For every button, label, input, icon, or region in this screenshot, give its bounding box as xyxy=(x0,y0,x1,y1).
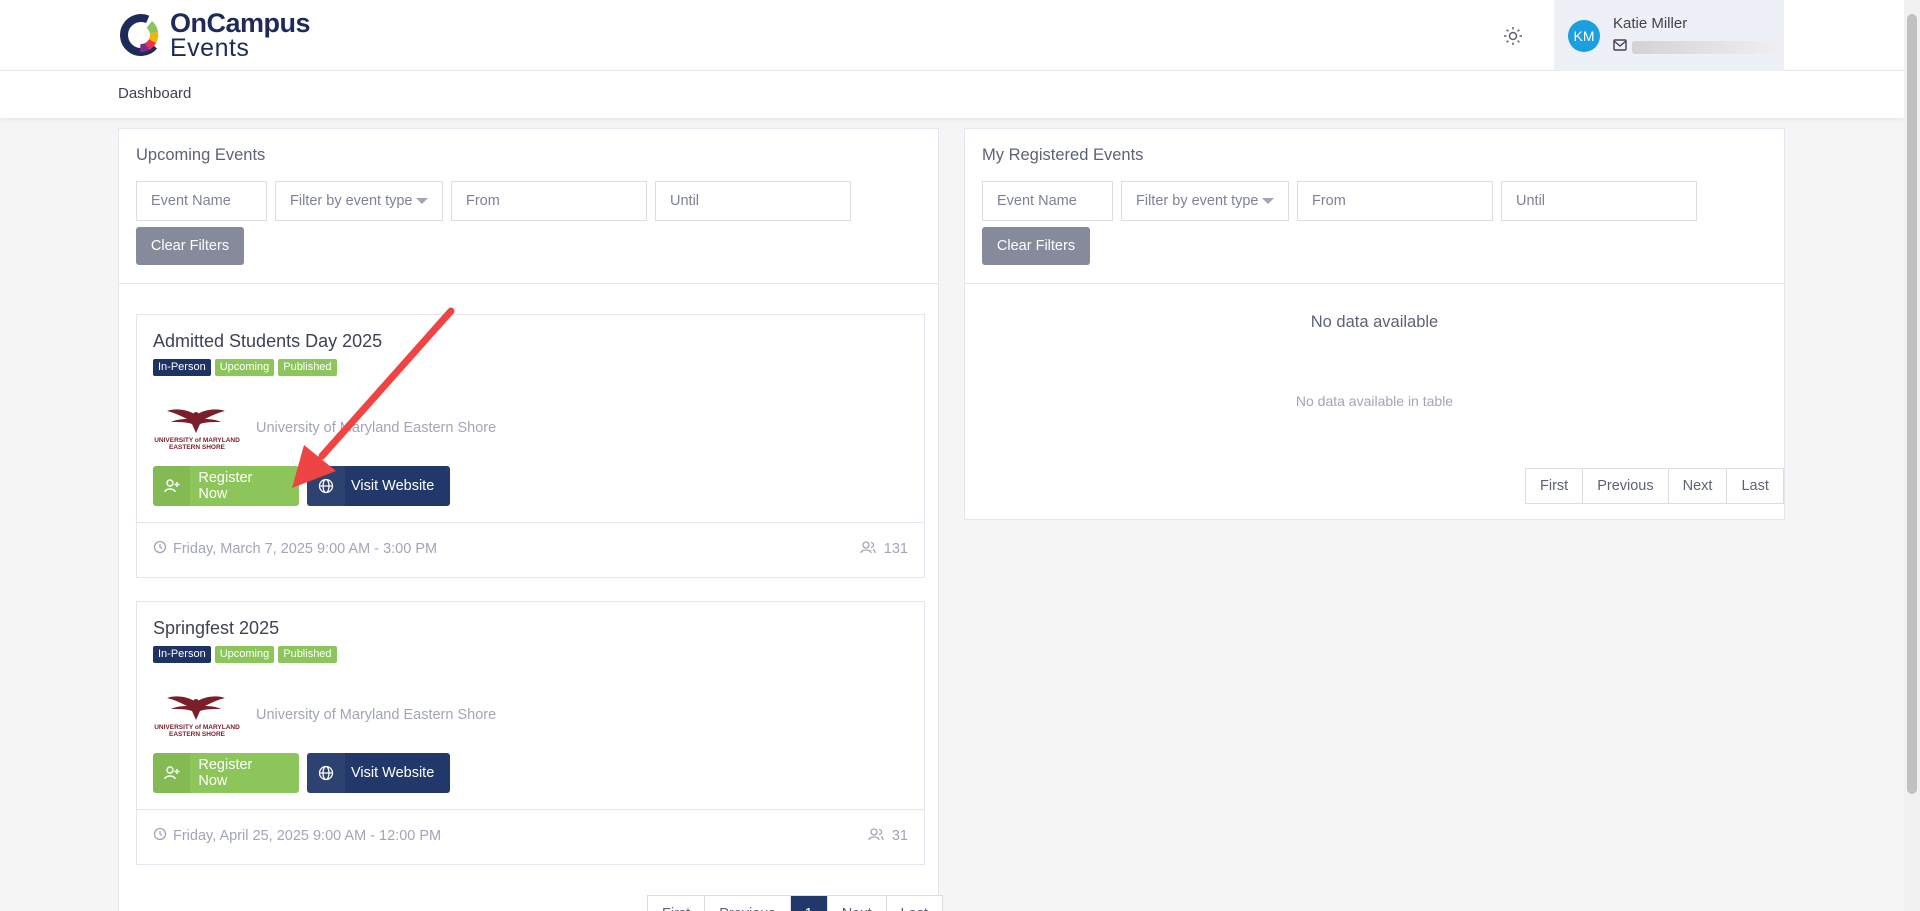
globe-icon xyxy=(307,466,345,506)
register-now-button[interactable]: Register Now xyxy=(153,753,299,793)
register-label: Register Now xyxy=(198,470,253,502)
no-data-heading: No data available xyxy=(1310,313,1439,331)
page-scrollbar-thumb[interactable] xyxy=(1907,14,1917,794)
in-person-badge: In-Person xyxy=(153,646,211,663)
pagination-next[interactable]: Next xyxy=(1669,469,1728,503)
upcoming-pagination: First Previous 1 Next Last xyxy=(647,895,943,911)
theme-toggle-sun-icon[interactable] xyxy=(1501,24,1525,48)
pagination-last[interactable]: Last xyxy=(887,896,942,911)
pagination-last[interactable]: Last xyxy=(1727,469,1782,503)
organization-name: University of Maryland Eastern Shore xyxy=(256,420,497,436)
event-card: Springfest 2025 In-Person Upcoming Publi… xyxy=(136,601,925,865)
register-now-button[interactable]: Register Now xyxy=(153,466,299,506)
event-datetime: Friday, April 25, 2025 9:00 AM - 12:00 P… xyxy=(173,828,442,844)
event-name-filter-input[interactable]: Event Name xyxy=(982,181,1113,221)
avatar: KM xyxy=(1568,19,1600,52)
attendee-count: 131 xyxy=(883,541,908,557)
oncampus-events-logo[interactable]: OnCampus Events xyxy=(118,7,311,62)
pagination-first[interactable]: First xyxy=(1526,469,1584,503)
upcoming-events-panel: Upcoming Events Event Name Filter by eve… xyxy=(118,128,943,911)
event-type-placeholder: Filter by event type xyxy=(290,193,413,209)
registered-pagination: First Previous Next Last xyxy=(1525,468,1784,504)
attendees-icon xyxy=(868,827,884,845)
event-title[interactable]: Springfest 2025 xyxy=(153,618,279,639)
no-data-table-message: No data available in table xyxy=(1295,393,1454,409)
logo-mark-icon xyxy=(118,12,164,58)
clear-filters-button[interactable]: Clear Filters xyxy=(982,227,1090,265)
registered-events-panel: My Registered Events Event Name Filter b… xyxy=(964,128,1785,520)
user-plus-icon xyxy=(153,466,191,506)
event-name-filter-input[interactable]: Event Name xyxy=(136,181,267,221)
event-type-placeholder: Filter by event type xyxy=(1136,193,1259,209)
umes-eagle-logo: UNIVERSITY of MARYLAND EASTERN SHORE xyxy=(153,407,241,452)
until-date-input[interactable]: Until xyxy=(655,181,851,221)
register-label: Register Now xyxy=(198,757,253,789)
website-label: Visit Website xyxy=(351,765,435,781)
clock-icon xyxy=(153,827,167,845)
pagination-first[interactable]: First xyxy=(648,896,706,911)
chevron-down-icon xyxy=(416,198,428,204)
event-type-filter-select[interactable]: Filter by event type xyxy=(1121,181,1289,221)
brand-line-1: OnCampus xyxy=(170,7,311,38)
umes-logo-text: UNIVERSITY of MARYLAND EASTERN SHORE xyxy=(154,724,240,739)
pagination-page-1[interactable]: 1 xyxy=(790,896,828,911)
user-email-redacted xyxy=(1632,40,1782,54)
chevron-down-icon xyxy=(1262,198,1274,204)
clear-filters-button[interactable]: Clear Filters xyxy=(136,227,244,265)
until-date-input[interactable]: Until xyxy=(1501,181,1697,221)
user-plus-icon xyxy=(153,753,191,793)
breadcrumb[interactable]: Dashboard xyxy=(118,85,191,102)
pagination-next[interactable]: Next xyxy=(828,896,887,911)
from-date-input[interactable]: From xyxy=(451,181,647,221)
globe-icon xyxy=(307,753,345,793)
umes-logo-text: UNIVERSITY of MARYLAND EASTERN SHORE xyxy=(154,437,240,452)
pagination-previous[interactable]: Previous xyxy=(1583,469,1669,503)
organization-name: University of Maryland Eastern Shore xyxy=(256,707,497,723)
clock-icon xyxy=(153,540,167,558)
attendee-count: 31 xyxy=(891,828,908,844)
event-title[interactable]: Admitted Students Day 2025 xyxy=(153,331,382,352)
user-name: Katie Miller xyxy=(1613,15,1688,32)
in-person-badge: In-Person xyxy=(153,359,211,376)
event-datetime: Friday, March 7, 2025 9:00 AM - 3:00 PM xyxy=(173,541,438,557)
published-badge: Published xyxy=(278,646,337,663)
panel-title: Upcoming Events xyxy=(136,146,266,164)
event-card: Admitted Students Day 2025 In-Person Upc… xyxy=(136,314,925,578)
pagination-previous[interactable]: Previous xyxy=(705,896,791,911)
upcoming-badge: Upcoming xyxy=(214,359,275,376)
published-badge: Published xyxy=(278,359,337,376)
user-menu[interactable]: KM Katie Miller xyxy=(1554,0,1784,71)
sub-header: Dashboard xyxy=(0,71,1904,118)
umes-eagle-logo: UNIVERSITY of MARYLAND EASTERN SHORE xyxy=(153,694,241,739)
upcoming-badge: Upcoming xyxy=(214,646,275,663)
attendees-icon xyxy=(860,540,876,558)
website-label: Visit Website xyxy=(351,478,435,494)
panel-title: My Registered Events xyxy=(982,146,1144,164)
visit-website-button[interactable]: Visit Website xyxy=(307,753,450,793)
from-date-input[interactable]: From xyxy=(1297,181,1493,221)
top-header: OnCampus Events KM Katie Miller xyxy=(0,0,1904,71)
visit-website-button[interactable]: Visit Website xyxy=(307,466,450,506)
mail-icon xyxy=(1613,38,1627,56)
event-type-filter-select[interactable]: Filter by event type xyxy=(275,181,443,221)
brand-line-2: Events xyxy=(170,33,250,62)
